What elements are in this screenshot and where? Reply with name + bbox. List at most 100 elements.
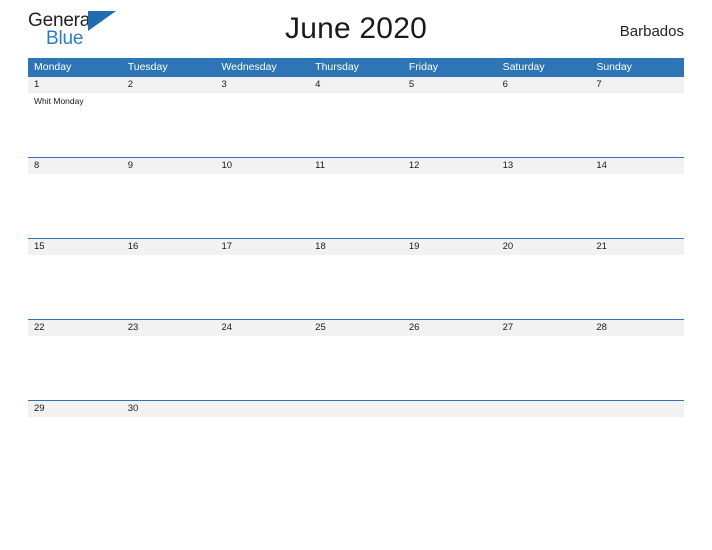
day-cell[interactable] [122, 174, 216, 238]
day-cell[interactable] [590, 174, 684, 238]
day-cell[interactable] [309, 174, 403, 238]
week-event-strip [28, 255, 684, 319]
day-number[interactable]: 20 [497, 239, 591, 255]
day-cell [497, 417, 591, 435]
day-cell[interactable] [28, 255, 122, 319]
day-number[interactable]: 18 [309, 239, 403, 255]
day-cell[interactable] [215, 174, 309, 238]
holiday-label: Whit Monday [34, 96, 84, 106]
day-number[interactable]: 8 [28, 158, 122, 174]
day-number[interactable]: 10 [215, 158, 309, 174]
week-date-strip: 1 2 3 4 5 6 7 [28, 77, 684, 93]
day-number[interactable]: 21 [590, 239, 684, 255]
day-cell[interactable] [403, 93, 497, 157]
weekday-header-sunday: Sunday [596, 61, 632, 73]
day-number [215, 401, 309, 417]
weekday-header-saturday: Saturday [502, 61, 545, 73]
blue-triangle-flag-icon [88, 11, 118, 32]
week-date-strip: 29 30 [28, 401, 684, 417]
day-cell [309, 417, 403, 435]
month-calendar: Monday Tuesday Wednesday Thursday Friday… [28, 58, 684, 435]
day-cell[interactable] [28, 174, 122, 238]
day-cell[interactable] [309, 93, 403, 157]
day-number[interactable]: 4 [309, 77, 403, 93]
day-cell[interactable] [309, 255, 403, 319]
day-cell[interactable] [497, 336, 591, 400]
week-date-strip: 15 16 17 18 19 20 21 [28, 239, 684, 255]
day-number[interactable]: 22 [28, 320, 122, 336]
week-date-strip: 8 9 10 11 12 13 14 [28, 158, 684, 174]
day-cell[interactable] [497, 93, 591, 157]
day-number[interactable]: 7 [590, 77, 684, 93]
page-header: General Blue June 2020 Barbados [0, 0, 712, 58]
week-event-strip [28, 174, 684, 238]
day-number[interactable]: 1 [28, 77, 122, 93]
day-cell[interactable] [590, 93, 684, 157]
week-row: 1 2 3 4 5 6 7 Whit Monday [28, 76, 684, 157]
day-number [497, 401, 591, 417]
day-number[interactable]: 30 [122, 401, 216, 417]
day-cell[interactable] [590, 336, 684, 400]
country-label: Barbados [619, 22, 684, 40]
week-row: 22 23 24 25 26 27 28 [28, 319, 684, 400]
weekday-header-wednesday: Wednesday [221, 61, 277, 73]
day-number[interactable]: 26 [403, 320, 497, 336]
day-cell[interactable] [497, 174, 591, 238]
day-number[interactable]: 29 [28, 401, 122, 417]
week-date-strip: 22 23 24 25 26 27 28 [28, 320, 684, 336]
day-cell[interactable] [122, 417, 216, 435]
calendar-page: General Blue June 2020 Barbados Monday T… [0, 0, 712, 550]
weekday-header-tuesday: Tuesday [127, 61, 168, 73]
day-number[interactable]: 17 [215, 239, 309, 255]
day-cell[interactable] [28, 417, 122, 435]
weekday-header-monday: Monday [34, 61, 72, 73]
day-number[interactable]: 25 [309, 320, 403, 336]
day-cell [215, 417, 309, 435]
day-cell[interactable] [590, 255, 684, 319]
day-number[interactable]: 14 [590, 158, 684, 174]
day-number[interactable]: 12 [403, 158, 497, 174]
week-event-strip [28, 417, 684, 435]
week-row: 8 9 10 11 12 13 14 [28, 157, 684, 238]
day-number[interactable]: 15 [28, 239, 122, 255]
day-number[interactable]: 28 [590, 320, 684, 336]
weekday-header-thursday: Thursday [315, 61, 359, 73]
day-cell[interactable] [497, 255, 591, 319]
day-cell [403, 417, 497, 435]
day-number[interactable]: 27 [497, 320, 591, 336]
day-cell[interactable] [122, 336, 216, 400]
day-cell[interactable] [309, 336, 403, 400]
day-number[interactable]: 2 [122, 77, 216, 93]
day-cell[interactable] [122, 93, 216, 157]
day-cell[interactable] [403, 174, 497, 238]
day-number [590, 401, 684, 417]
day-number[interactable]: 23 [122, 320, 216, 336]
day-cell[interactable]: Whit Monday [28, 93, 122, 157]
weekday-header-row: Monday Tuesday Wednesday Thursday Friday… [28, 58, 684, 76]
general-blue-logo[interactable]: General Blue [28, 9, 128, 53]
day-cell [590, 417, 684, 435]
day-cell[interactable] [403, 255, 497, 319]
day-number[interactable]: 3 [215, 77, 309, 93]
week-row: 29 30 [28, 400, 684, 435]
day-cell[interactable] [215, 336, 309, 400]
day-number[interactable]: 16 [122, 239, 216, 255]
weekday-header-friday: Friday [408, 61, 439, 73]
day-cell[interactable] [215, 93, 309, 157]
day-number[interactable]: 5 [403, 77, 497, 93]
day-number[interactable]: 19 [403, 239, 497, 255]
day-number[interactable]: 9 [122, 158, 216, 174]
day-cell[interactable] [403, 336, 497, 400]
week-event-strip: Whit Monday [28, 93, 684, 157]
day-cell[interactable] [215, 255, 309, 319]
week-event-strip [28, 336, 684, 400]
week-row: 15 16 17 18 19 20 21 [28, 238, 684, 319]
day-number [403, 401, 497, 417]
day-number[interactable]: 13 [497, 158, 591, 174]
day-number[interactable]: 24 [215, 320, 309, 336]
day-number[interactable]: 6 [497, 77, 591, 93]
day-cell[interactable] [28, 336, 122, 400]
day-cell[interactable] [122, 255, 216, 319]
day-number [309, 401, 403, 417]
day-number[interactable]: 11 [309, 158, 403, 174]
